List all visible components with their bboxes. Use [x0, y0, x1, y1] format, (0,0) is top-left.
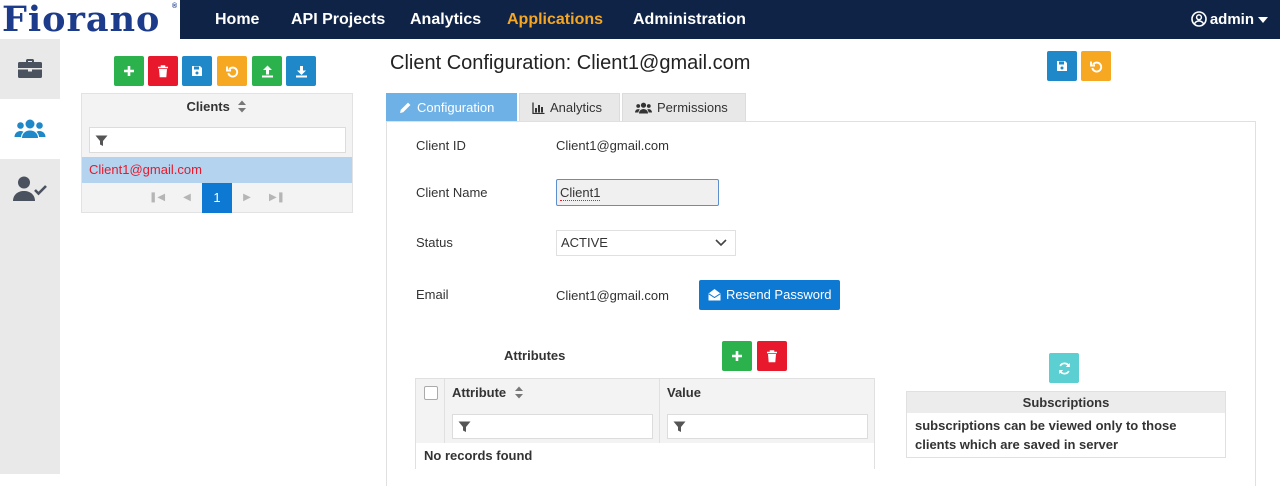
nav-analytics[interactable]: Analytics [410, 0, 481, 39]
user-menu[interactable]: admin [1191, 0, 1254, 39]
save-client-button[interactable] [182, 56, 212, 86]
brand-logo[interactable]: Fiorano ® [0, 0, 180, 39]
refresh-icon [1058, 362, 1070, 374]
client-row-selected[interactable]: Client1@gmail.com [82, 157, 352, 183]
brand-name: Fiorano [2, 0, 161, 40]
page-number-current[interactable]: 1 [202, 183, 232, 213]
add-client-button[interactable] [114, 56, 144, 86]
resend-password-button[interactable]: Resend Password [699, 280, 840, 310]
clients-pager: ❚◀ ◀ 1 ▶ ▶❚ [82, 183, 352, 213]
nav-administration[interactable]: Administration [633, 0, 746, 39]
add-attribute-button[interactable] [722, 341, 752, 371]
clients-column-header[interactable]: Clients [82, 94, 352, 120]
users-icon [14, 119, 46, 138]
sort-icon [238, 100, 247, 113]
envelope-open-icon [708, 289, 721, 301]
registered-mark: ® [172, 3, 178, 10]
client-name-value: Client1 [560, 185, 601, 201]
attributes-title: Attributes [504, 348, 566, 363]
first-page-icon[interactable]: ❚◀ [142, 183, 172, 213]
filter-icon [673, 421, 686, 432]
import-client-button[interactable] [286, 56, 316, 86]
column-divider [444, 379, 445, 443]
trash-icon [158, 64, 168, 77]
left-sidebar [0, 39, 60, 474]
client-id-value: Client1@gmail.com [556, 138, 669, 153]
email-value: Client1@gmail.com [556, 288, 669, 303]
plus-icon [124, 66, 134, 76]
save-config-button[interactable] [1047, 51, 1077, 81]
attributes-grid: Attribute Value No records found [415, 378, 875, 469]
tab-configuration[interactable]: Configuration [386, 93, 517, 121]
floppy-disk-icon [1057, 61, 1067, 71]
value-filter-input[interactable] [667, 414, 868, 439]
page-title: Client Configuration: Client1@gmail.com [390, 52, 751, 74]
email-label: Email [416, 287, 449, 302]
pencil-icon [400, 102, 411, 113]
tab-permissions[interactable]: Permissions [622, 93, 746, 121]
attribute-column-label: Attribute [452, 385, 507, 400]
filter-icon [95, 135, 108, 146]
tab-permissions-label: Permissions [657, 100, 728, 115]
undo-icon [225, 66, 238, 77]
plus-icon [732, 351, 742, 361]
trash-icon [767, 349, 777, 362]
attribute-column-header[interactable]: Attribute [452, 379, 524, 407]
nav-applications[interactable]: Applications [507, 0, 603, 39]
clients-grid: Clients Client1@gmail.com ❚◀ ◀ 1 ▶ ▶❚ [81, 93, 353, 213]
refresh-subscriptions-button[interactable] [1049, 353, 1079, 383]
column-divider [659, 379, 660, 443]
client-name-label: Client Name [416, 185, 488, 200]
tab-analytics[interactable]: Analytics [519, 93, 620, 121]
clients-header-label: Clients [186, 99, 230, 114]
reset-config-button[interactable] [1081, 51, 1111, 81]
sidebar-item-clients[interactable] [0, 99, 60, 159]
subscriptions-panel: Subscriptions subscriptions can be viewe… [906, 391, 1226, 458]
value-column-header[interactable]: Value [667, 379, 701, 407]
next-page-icon[interactable]: ▶ [232, 183, 262, 213]
reset-client-button[interactable] [217, 56, 247, 86]
export-client-button[interactable] [252, 56, 282, 86]
clients-filter-input[interactable] [89, 127, 346, 153]
download-icon [295, 65, 307, 77]
client-id-label: Client ID [416, 138, 466, 153]
delete-client-button[interactable] [148, 56, 178, 86]
tab-analytics-label: Analytics [550, 100, 603, 115]
user-name: admin [1209, 11, 1254, 28]
nav-home[interactable]: Home [215, 0, 259, 39]
sidebar-item-applications[interactable] [0, 39, 60, 99]
status-label: Status [416, 235, 453, 250]
top-navbar: Fiorano ® Home API Projects Analytics Ap… [0, 0, 1280, 39]
upload-icon [261, 65, 273, 77]
bar-chart-icon [532, 102, 545, 115]
chevron-down-icon [715, 239, 727, 247]
subscriptions-title: Subscriptions [907, 392, 1225, 413]
floppy-disk-icon [192, 66, 202, 76]
chevron-down-icon[interactable] [1258, 17, 1268, 23]
status-value: ACTIVE [561, 235, 608, 250]
attribute-filter-input[interactable] [452, 414, 653, 439]
prev-page-icon[interactable]: ◀ [172, 183, 202, 213]
empty-records-text: No records found [416, 443, 874, 469]
undo-icon [1089, 61, 1102, 72]
sidebar-item-approvals[interactable] [0, 159, 60, 219]
sort-icon [514, 386, 523, 399]
briefcase-icon [18, 59, 42, 78]
users-icon [635, 102, 652, 114]
client-name-input[interactable]: Client1 [556, 179, 719, 206]
user-circle-icon [1191, 11, 1207, 27]
delete-attribute-button[interactable] [757, 341, 787, 371]
tab-configuration-label: Configuration [417, 100, 495, 115]
subscriptions-message: subscriptions can be viewed only to thos… [915, 418, 1177, 452]
last-page-icon[interactable]: ▶❚ [262, 183, 292, 213]
filter-icon [458, 421, 471, 432]
status-select[interactable]: ACTIVE [556, 230, 736, 256]
user-check-icon [13, 176, 47, 201]
select-all-checkbox[interactable] [424, 386, 438, 400]
nav-api-projects[interactable]: API Projects [291, 0, 385, 39]
resend-password-label: Resend Password [726, 287, 832, 302]
